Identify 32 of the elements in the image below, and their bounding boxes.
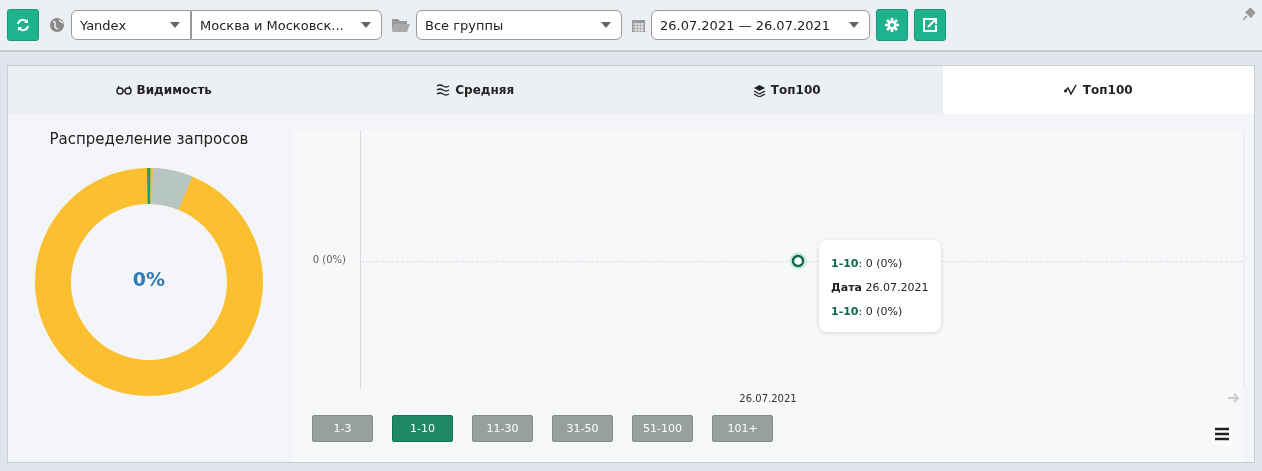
refresh-icon [16, 18, 30, 32]
tab[interactable]: Видимость [8, 66, 320, 114]
range-button[interactable]: 1-10 [392, 414, 453, 442]
axis-label: 0 (0%) [311, 254, 347, 267]
tooltip-line: 1-10: 0 (0%) [831, 256, 904, 272]
settings-button[interactable] [876, 9, 908, 41]
refresh-button[interactable] [7, 9, 39, 41]
data-point [789, 252, 807, 270]
axis-label: 26.07.2021 [739, 392, 797, 404]
layers-icon [752, 83, 766, 97]
tab[interactable]: Топ100 [942, 66, 1254, 114]
chart-title: Распределение запросов [49, 130, 249, 148]
export-icon [922, 17, 938, 33]
tab[interactable]: Топ100 [631, 66, 943, 114]
donut-value: 0% [131, 268, 167, 290]
tab[interactable]: Средняя [319, 66, 631, 114]
waves-icon [436, 84, 451, 96]
export-button[interactable] [914, 9, 946, 41]
tooltip-line: 1-10: 0 (0%) [831, 304, 904, 320]
globe-icon [49, 17, 65, 33]
engine-dropdown[interactable]: Yandex [71, 10, 191, 40]
pin-icon[interactable] [1243, 8, 1255, 20]
group-dropdown[interactable]: Все группы [416, 10, 622, 40]
folder-icon [392, 18, 410, 32]
region-dropdown[interactable]: Москва и Московск... [191, 10, 382, 40]
settings-icon [885, 18, 899, 32]
tooltip-line: Дата 26.07.2021 [831, 280, 929, 296]
date-range-dropdown[interactable]: 26.07.2021 — 26.07.2021 [651, 10, 870, 40]
calendar-icon [632, 18, 645, 32]
line-chart-icon [1063, 84, 1078, 96]
glasses-icon [115, 85, 132, 95]
menu-icon[interactable] [1212, 424, 1232, 444]
